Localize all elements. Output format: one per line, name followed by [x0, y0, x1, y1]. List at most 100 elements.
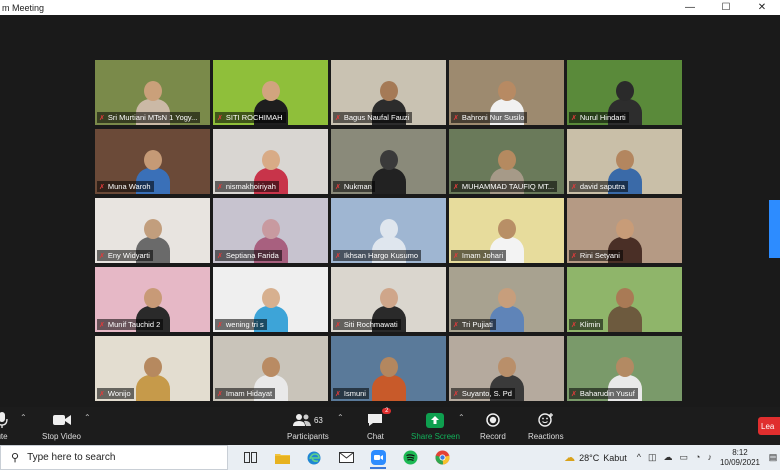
participant-tile[interactable]: ✗ Tri Pujiati	[449, 267, 564, 332]
participant-nameplate: ✗ Klimin	[569, 319, 604, 330]
zoom-app-icon[interactable]	[362, 445, 394, 470]
participant-nameplate: ✗ Munif Tauchid 2	[97, 319, 164, 330]
battery-icon[interactable]: ▭	[680, 452, 689, 463]
participant-head	[143, 219, 162, 239]
tray-icons: ^ ◫ ☁ ▭ ◔ ♪	[637, 452, 712, 463]
spotify-icon[interactable]	[394, 445, 426, 470]
share-options-chevron-up-icon[interactable]: ⌃	[458, 413, 465, 422]
participant-head	[615, 81, 634, 101]
participant-tile[interactable]: ✗ Ismuni	[331, 336, 446, 401]
muted-microphone-icon: ✗	[217, 321, 223, 329]
muted-microphone-icon: ✗	[335, 321, 341, 329]
muted-microphone-icon: ✗	[217, 183, 223, 191]
participant-tile[interactable]: ✗ Bagus Naufal Fauzi	[331, 60, 446, 125]
participant-head	[615, 357, 634, 377]
audio-options-chevron-up-icon[interactable]: ⌃	[20, 413, 27, 422]
muted-microphone-icon: ✗	[453, 252, 459, 260]
taskbar-search-box[interactable]: ⚲ Type here to search	[0, 445, 228, 470]
participant-tile[interactable]: ✗ Ikhsan Hargo Kusumo	[331, 198, 446, 263]
microphone-icon	[0, 410, 8, 430]
participant-head	[615, 219, 634, 239]
clock-date: 10/09/2021	[719, 457, 760, 467]
mute-button[interactable]: ute	[0, 410, 8, 441]
muted-microphone-icon: ✗	[453, 183, 459, 191]
notification-icon[interactable]: ▤	[766, 451, 780, 465]
participants-button[interactable]: 63 Participants	[287, 410, 329, 441]
chevron-up-icon[interactable]: ^	[637, 452, 641, 463]
stop-video-label: Stop Video	[42, 432, 81, 441]
participant-tile[interactable]: ✗ Nurul Hindarti	[567, 60, 682, 125]
participants-chevron-up-icon[interactable]: ⌃	[337, 413, 344, 422]
participant-tile[interactable]: ✗ SITI ROCHIMAH	[213, 60, 328, 125]
muted-microphone-icon: ✗	[217, 114, 223, 122]
participant-head	[143, 150, 162, 170]
participant-tile[interactable]: ✗ Muna Waroh	[95, 129, 210, 194]
participant-nameplate: ✗ SITI ROCHIMAH	[215, 112, 286, 123]
maximize-button[interactable]: ☐	[708, 0, 744, 15]
participant-tile[interactable]: ✗ Siti Rochmawati	[331, 267, 446, 332]
stop-video-button[interactable]: Stop Video	[42, 410, 81, 441]
meet-now-icon[interactable]: ◫	[648, 452, 657, 463]
muted-microphone-icon: ✗	[99, 252, 105, 260]
participant-tile[interactable]: ✗ MUHAMMAD TAUFIQ MT...	[449, 129, 564, 194]
muted-microphone-icon: ✗	[335, 114, 341, 122]
close-button[interactable]: ✕	[744, 0, 780, 15]
window-titlebar: m Meeting — ☐ ✕	[0, 0, 780, 15]
weather-fog-icon: ☁	[564, 452, 576, 464]
participant-tile[interactable]: ✗ Septiana Farida	[213, 198, 328, 263]
participant-tile[interactable]: ✗ Suyanto, S. Pd	[449, 336, 564, 401]
participant-tile[interactable]: ✗ Nukman	[331, 129, 446, 194]
chat-label: Chat	[367, 432, 384, 441]
volume-icon[interactable]: ♪	[707, 452, 712, 463]
file-explorer-icon[interactable]	[266, 445, 298, 470]
participant-tile[interactable]: ✗ Rini Setyani	[567, 198, 682, 263]
chat-unread-badge: 2	[382, 408, 392, 414]
participant-nameplate: ✗ Eny Widyarti	[97, 250, 153, 261]
participant-tile[interactable]: ✗ Baharudin Yusuf	[567, 336, 682, 401]
participant-tile[interactable]: ✗ Eny Widyarti	[95, 198, 210, 263]
minimize-button[interactable]: —	[672, 0, 708, 15]
meeting-toolbar: ute ⌃ Stop Video ⌃ 63 Participants ⌃ 2 C…	[0, 407, 780, 445]
network-icon[interactable]: ◔	[695, 452, 700, 463]
participant-head	[143, 357, 162, 377]
onedrive-icon[interactable]: ☁	[664, 452, 673, 463]
participant-tile[interactable]: ✗ nismakhoiriyah	[213, 129, 328, 194]
participant-tile[interactable]: ✗ wening tri s	[213, 267, 328, 332]
participant-name: Sri Murtiani MTsN 1 Yogy...	[107, 113, 198, 122]
edge-browser-icon[interactable]	[298, 445, 330, 470]
record-button[interactable]: Record	[480, 410, 506, 441]
system-clock[interactable]: 8:12 10/09/2021	[720, 448, 760, 468]
share-screen-button[interactable]: Share Screen	[411, 410, 460, 441]
participant-nameplate: ✗ Wonijo	[97, 388, 134, 399]
chat-button[interactable]: 2 Chat	[367, 408, 392, 441]
reactions-button[interactable]: Reactions	[528, 410, 564, 441]
weather-temp: 28°C	[579, 452, 600, 463]
participant-name: Imam Johari	[461, 251, 504, 260]
gallery-scroll-tab[interactable]	[769, 200, 780, 258]
leave-button[interactable]: Lea	[758, 417, 780, 435]
participant-tile[interactable]: ✗ Sri Murtiani MTsN 1 Yogy...	[95, 60, 210, 125]
participant-name: Munif Tauchid 2	[107, 320, 161, 329]
participant-tile[interactable]: ✗ Munif Tauchid 2	[95, 267, 210, 332]
participant-head	[261, 219, 280, 239]
participant-tile[interactable]: ✗ Klimin	[567, 267, 682, 332]
participant-tile[interactable]: ✗ Imam Johari	[449, 198, 564, 263]
share-screen-icon	[426, 410, 445, 430]
muted-microphone-icon: ✗	[99, 183, 105, 191]
weather-widget[interactable]: ☁ 28°C Kabut	[564, 451, 627, 464]
participant-tile[interactable]: ✗ Imam Hidayat	[213, 336, 328, 401]
participant-body	[135, 375, 170, 401]
participant-name: Imam Hidayat	[225, 389, 273, 398]
mute-label: ute	[0, 432, 8, 441]
chrome-icon[interactable]	[426, 445, 458, 470]
participant-tile[interactable]: ✗ Wonijo	[95, 336, 210, 401]
participant-tile[interactable]: ✗ david saputra	[567, 129, 682, 194]
mail-icon[interactable]	[330, 445, 362, 470]
participant-nameplate: ✗ wening tri s	[215, 319, 267, 330]
participant-body	[607, 306, 642, 332]
task-view-icon[interactable]	[234, 445, 266, 470]
participant-name: Ismuni	[343, 389, 366, 398]
participant-head	[497, 357, 516, 377]
video-options-chevron-up-icon[interactable]: ⌃	[84, 413, 91, 422]
participant-tile[interactable]: ✗ Bahroni Nur Susilo	[449, 60, 564, 125]
